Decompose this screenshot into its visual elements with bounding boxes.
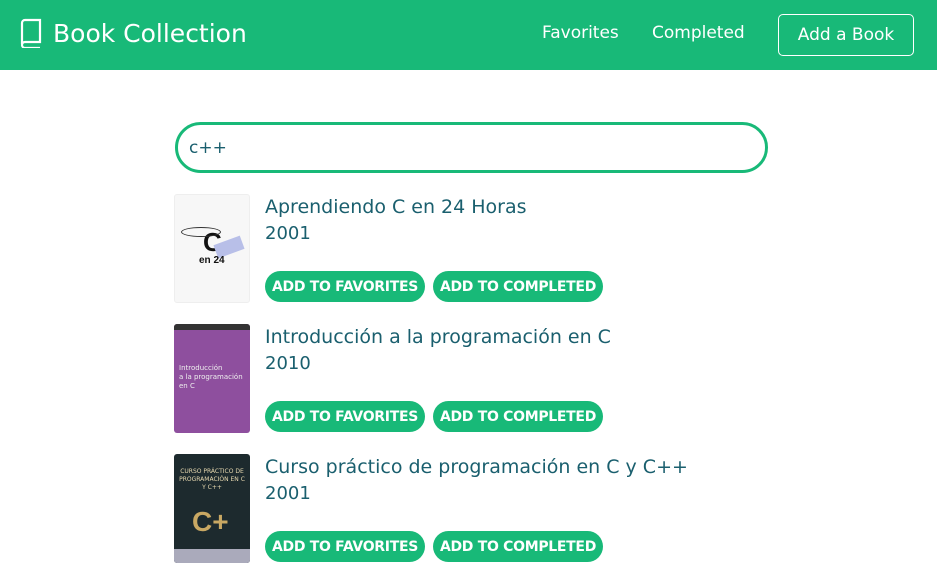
add-to-completed-button[interactable]: ADD TO COMPLETED bbox=[433, 401, 603, 432]
book-title[interactable]: Introducción a la programación en C bbox=[265, 326, 611, 348]
book-year: 2001 bbox=[265, 223, 311, 244]
add-to-completed-button[interactable]: ADD TO COMPLETED bbox=[433, 531, 603, 562]
add-to-favorites-button[interactable]: ADD TO FAVORITES bbox=[265, 531, 425, 562]
book-item: C en 24 Aprendiendo C en 24 Horas 2001 A… bbox=[174, 194, 774, 304]
book-icon bbox=[20, 18, 42, 48]
brand[interactable]: Book Collection bbox=[19, 18, 247, 48]
book-year: 2001 bbox=[265, 483, 311, 504]
nav-completed[interactable]: Completed bbox=[652, 23, 745, 43]
search-input[interactable] bbox=[175, 122, 768, 173]
book-cover: CURSO PRÁCTICO DE PROGRAMACIÓN EN C Y C+… bbox=[174, 454, 250, 563]
book-item: Introducción a la programación en C Intro… bbox=[174, 324, 774, 434]
book-cover: Introducción a la programación en C bbox=[174, 324, 250, 433]
book-year: 2010 bbox=[265, 353, 311, 374]
add-to-completed-button[interactable]: ADD TO COMPLETED bbox=[433, 271, 603, 302]
book-title[interactable]: Aprendiendo C en 24 Horas bbox=[265, 196, 527, 218]
add-to-favorites-button[interactable]: ADD TO FAVORITES bbox=[265, 271, 425, 302]
book-cover: C en 24 bbox=[174, 194, 250, 303]
book-item: CURSO PRÁCTICO DE PROGRAMACIÓN EN C Y C+… bbox=[174, 454, 774, 564]
app-title: Book Collection bbox=[53, 18, 247, 48]
book-title[interactable]: Curso práctico de programación en C y C+… bbox=[265, 456, 688, 478]
header: Book Collection Favorites Completed Add … bbox=[0, 0, 937, 70]
nav-favorites[interactable]: Favorites bbox=[542, 23, 619, 43]
add-book-button[interactable]: Add a Book bbox=[778, 14, 914, 56]
add-to-favorites-button[interactable]: ADD TO FAVORITES bbox=[265, 401, 425, 432]
